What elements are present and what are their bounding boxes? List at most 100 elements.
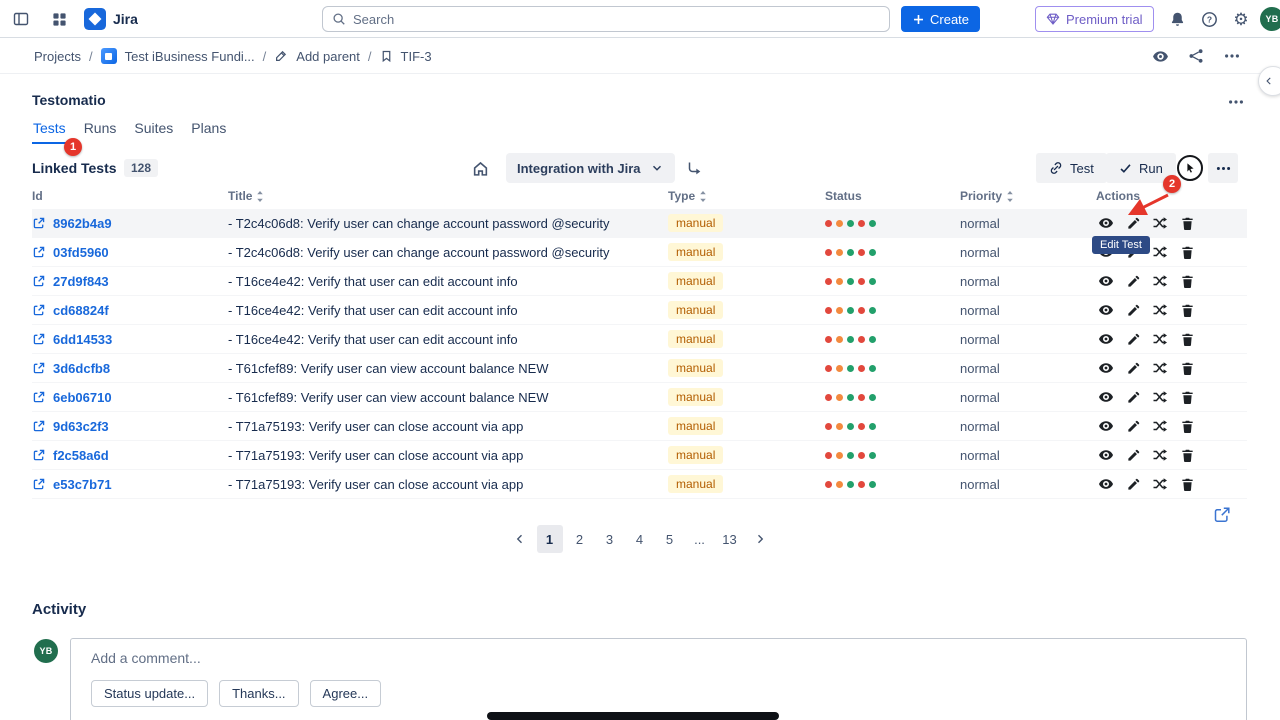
edit-test-button[interactable] [1123, 358, 1143, 378]
unlink-test-button[interactable] [1150, 474, 1170, 494]
notifications-bell-icon[interactable] [1164, 6, 1190, 32]
priority-value: normal [960, 216, 1096, 231]
add-parent-link[interactable]: Add parent [296, 49, 360, 64]
unlink-test-button[interactable] [1150, 329, 1170, 349]
tab-tests[interactable]: Tests [32, 120, 67, 144]
test-id-link[interactable]: e53c7b71 [53, 477, 112, 492]
unlink-test-button[interactable] [1150, 387, 1170, 407]
test-id-link[interactable]: 9d63c2f3 [53, 419, 109, 434]
quick-reply-3[interactable]: Agree... [310, 680, 382, 707]
tab-plans[interactable]: Plans [190, 120, 227, 144]
view-test-button[interactable] [1096, 300, 1116, 320]
create-button[interactable]: Create [901, 6, 980, 32]
watch-eye-icon[interactable] [1146, 42, 1174, 70]
delete-test-button[interactable] [1177, 445, 1197, 465]
delete-test-button[interactable] [1177, 300, 1197, 320]
test-id-link[interactable]: 03fd5960 [53, 245, 109, 260]
table-more-icon[interactable] [1208, 153, 1238, 183]
pagination-page-2[interactable]: 2 [567, 525, 593, 553]
app-switcher-icon[interactable] [46, 6, 72, 32]
column-header-title[interactable]: Title [228, 189, 668, 203]
delete-test-button[interactable] [1177, 242, 1197, 262]
more-actions-icon[interactable] [1218, 42, 1246, 70]
test-id-link[interactable]: 6dd14533 [53, 332, 112, 347]
tab-runs[interactable]: Runs [83, 120, 118, 144]
delete-test-button[interactable] [1177, 213, 1197, 233]
search-input[interactable]: Search [322, 6, 890, 32]
unlink-test-button[interactable] [1150, 300, 1170, 320]
delete-test-button[interactable] [1177, 358, 1197, 378]
test-id-link[interactable]: 27d9f843 [53, 274, 109, 289]
test-id-link[interactable]: cd68824f [53, 303, 109, 318]
breadcrumb-issue[interactable]: TIF-3 [401, 49, 432, 64]
edit-test-button[interactable] [1123, 474, 1143, 494]
collapse-panel-button[interactable] [1258, 66, 1280, 96]
edit-test-button[interactable] [1123, 329, 1143, 349]
view-test-button[interactable] [1096, 387, 1116, 407]
pagination-prev[interactable] [507, 525, 533, 553]
comment-input[interactable]: Add a comment... [91, 650, 201, 666]
pagination-page-1[interactable]: 1 [537, 525, 563, 553]
delete-test-button[interactable] [1177, 329, 1197, 349]
delete-test-button[interactable] [1177, 271, 1197, 291]
unlink-test-button[interactable] [1150, 416, 1170, 436]
tab-suites[interactable]: Suites [133, 120, 174, 144]
pagination-page-5[interactable]: 5 [657, 525, 683, 553]
jira-logo[interactable]: Jira [84, 8, 138, 30]
view-test-button[interactable] [1096, 329, 1116, 349]
delete-test-button[interactable] [1177, 416, 1197, 436]
comment-box[interactable]: Add a comment... Status update... Thanks.… [70, 638, 1247, 720]
edit-test-button[interactable] [1123, 387, 1143, 407]
column-header-type[interactable]: Type [668, 189, 825, 203]
link-test-button[interactable]: Test [1036, 153, 1107, 183]
test-title: - T71a75193: Verify user can close accou… [228, 448, 668, 463]
test-title: - T71a75193: Verify user can close accou… [228, 419, 668, 434]
export-icon[interactable] [1212, 505, 1232, 525]
settings-gear-icon[interactable]: ⚙ [1228, 6, 1254, 32]
view-test-button[interactable] [1096, 271, 1116, 291]
search-icon [332, 12, 346, 26]
user-avatar[interactable]: YB [1260, 7, 1280, 31]
column-header-priority[interactable]: Priority [960, 189, 1096, 203]
premium-trial-button[interactable]: Premium trial [1035, 6, 1154, 32]
unlink-arrows-icon [1152, 273, 1168, 289]
sidebar-toggle-icon[interactable] [8, 6, 34, 32]
pagination-next[interactable] [747, 525, 773, 553]
test-id-link[interactable]: 3d6dcfb8 [53, 361, 110, 376]
view-test-button[interactable] [1096, 474, 1116, 494]
eye-icon [1098, 302, 1114, 318]
view-test-button[interactable] [1096, 358, 1116, 378]
pagination-page-13[interactable]: 13 [717, 525, 743, 553]
view-test-button[interactable] [1096, 213, 1116, 233]
quick-reply-2[interactable]: Thanks... [219, 680, 298, 707]
breadcrumb-projects[interactable]: Projects [34, 49, 81, 64]
unlink-test-button[interactable] [1150, 271, 1170, 291]
help-icon[interactable]: ? [1196, 6, 1222, 32]
external-link-icon [32, 448, 46, 462]
test-title: - T2c4c06d8: Verify user can change acco… [228, 245, 668, 260]
test-id-link[interactable]: f2c58a6d [53, 448, 109, 463]
edit-test-button[interactable] [1123, 416, 1143, 436]
unlink-test-button[interactable] [1150, 242, 1170, 262]
edit-test-button[interactable] [1123, 300, 1143, 320]
breadcrumb-project[interactable]: Test iBusiness Fundi... [125, 49, 255, 64]
share-icon[interactable] [1182, 42, 1210, 70]
delete-test-button[interactable] [1177, 474, 1197, 494]
panel-more-icon[interactable] [1222, 88, 1250, 116]
quick-reply-1[interactable]: Status update... [91, 680, 208, 707]
view-test-button[interactable] [1096, 445, 1116, 465]
test-id-link[interactable]: 6eb06710 [53, 390, 112, 405]
pagination-page-3[interactable]: 3 [597, 525, 623, 553]
edit-test-button[interactable] [1123, 271, 1143, 291]
integration-dropdown[interactable]: Integration with Jira [506, 153, 675, 183]
delete-test-button[interactable] [1177, 387, 1197, 407]
view-test-button[interactable] [1096, 416, 1116, 436]
test-id-link[interactable]: 8962b4a9 [53, 216, 112, 231]
branch-jump-icon[interactable] [680, 154, 708, 182]
pagination-page-4[interactable]: 4 [627, 525, 653, 553]
unlink-test-button[interactable] [1150, 358, 1170, 378]
edit-test-button[interactable] [1123, 445, 1143, 465]
home-icon[interactable] [466, 154, 494, 182]
status-dots [825, 481, 960, 488]
unlink-test-button[interactable] [1150, 445, 1170, 465]
